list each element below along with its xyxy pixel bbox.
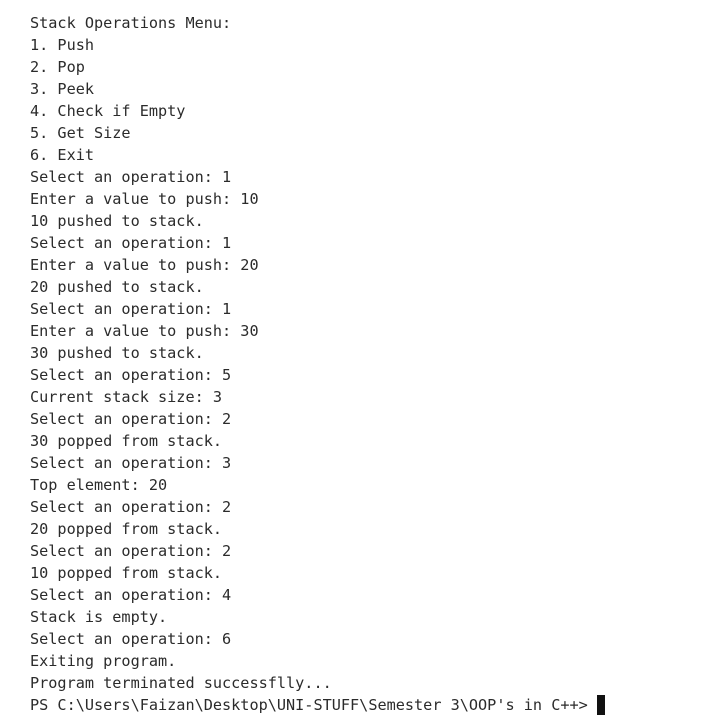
terminal-line: 10 pushed to stack. <box>30 212 204 230</box>
terminal-line: Select an operation: 1 <box>30 300 232 318</box>
terminal-line: 30 pushed to stack. <box>30 344 204 362</box>
terminal-line: Select an operation: 2 <box>30 498 232 516</box>
terminal-line: 20 pushed to stack. <box>30 278 204 296</box>
terminal-line: Exiting program. <box>30 652 177 670</box>
terminal-line: 10 popped from stack. <box>30 564 223 582</box>
terminal-output[interactable]: Stack Operations Menu: 1. Push 2. Pop 3.… <box>0 0 721 718</box>
terminal-line: Current stack size: 3 <box>30 388 223 406</box>
text-cursor <box>596 695 605 715</box>
terminal-line: 6. Exit <box>30 146 95 164</box>
terminal-line: Select an operation: 4 <box>30 586 232 604</box>
terminal-line: 30 popped from stack. <box>30 432 223 450</box>
terminal-line: Enter a value to push: 20 <box>30 256 259 274</box>
terminal-line: Select an operation: 2 <box>30 542 232 560</box>
terminal-line: 1. Push <box>30 36 95 54</box>
terminal-line: Select an operation: 6 <box>30 630 232 648</box>
terminal-line: Enter a value to push: 10 <box>30 190 259 208</box>
shell-prompt-line[interactable]: PS C:\Users\Faizan\Desktop\UNI-STUFF\Sem… <box>30 694 721 716</box>
shell-prompt: PS C:\Users\Faizan\Desktop\UNI-STUFF\Sem… <box>30 696 588 714</box>
terminal-line: 3. Peek <box>30 80 95 98</box>
terminal-line: Select an operation: 3 <box>30 454 232 472</box>
terminal-line: 4. Check if Empty <box>30 102 186 120</box>
terminal-line: 20 popped from stack. <box>30 520 223 538</box>
terminal-line: Stack is empty. <box>30 608 168 626</box>
terminal-line: Stack Operations Menu: <box>30 14 232 32</box>
terminal-line: Select an operation: 2 <box>30 410 232 428</box>
terminal-line: 2. Pop <box>30 58 85 76</box>
terminal-line: Program terminated successflly... <box>30 674 332 692</box>
terminal-line: Select an operation: 1 <box>30 234 232 252</box>
terminal-line: Top element: 20 <box>30 476 168 494</box>
terminal-line: 5. Get Size <box>30 124 131 142</box>
terminal-line: Enter a value to push: 30 <box>30 322 259 340</box>
terminal-line: Select an operation: 5 <box>30 366 232 384</box>
terminal-line: Select an operation: 1 <box>30 168 232 186</box>
